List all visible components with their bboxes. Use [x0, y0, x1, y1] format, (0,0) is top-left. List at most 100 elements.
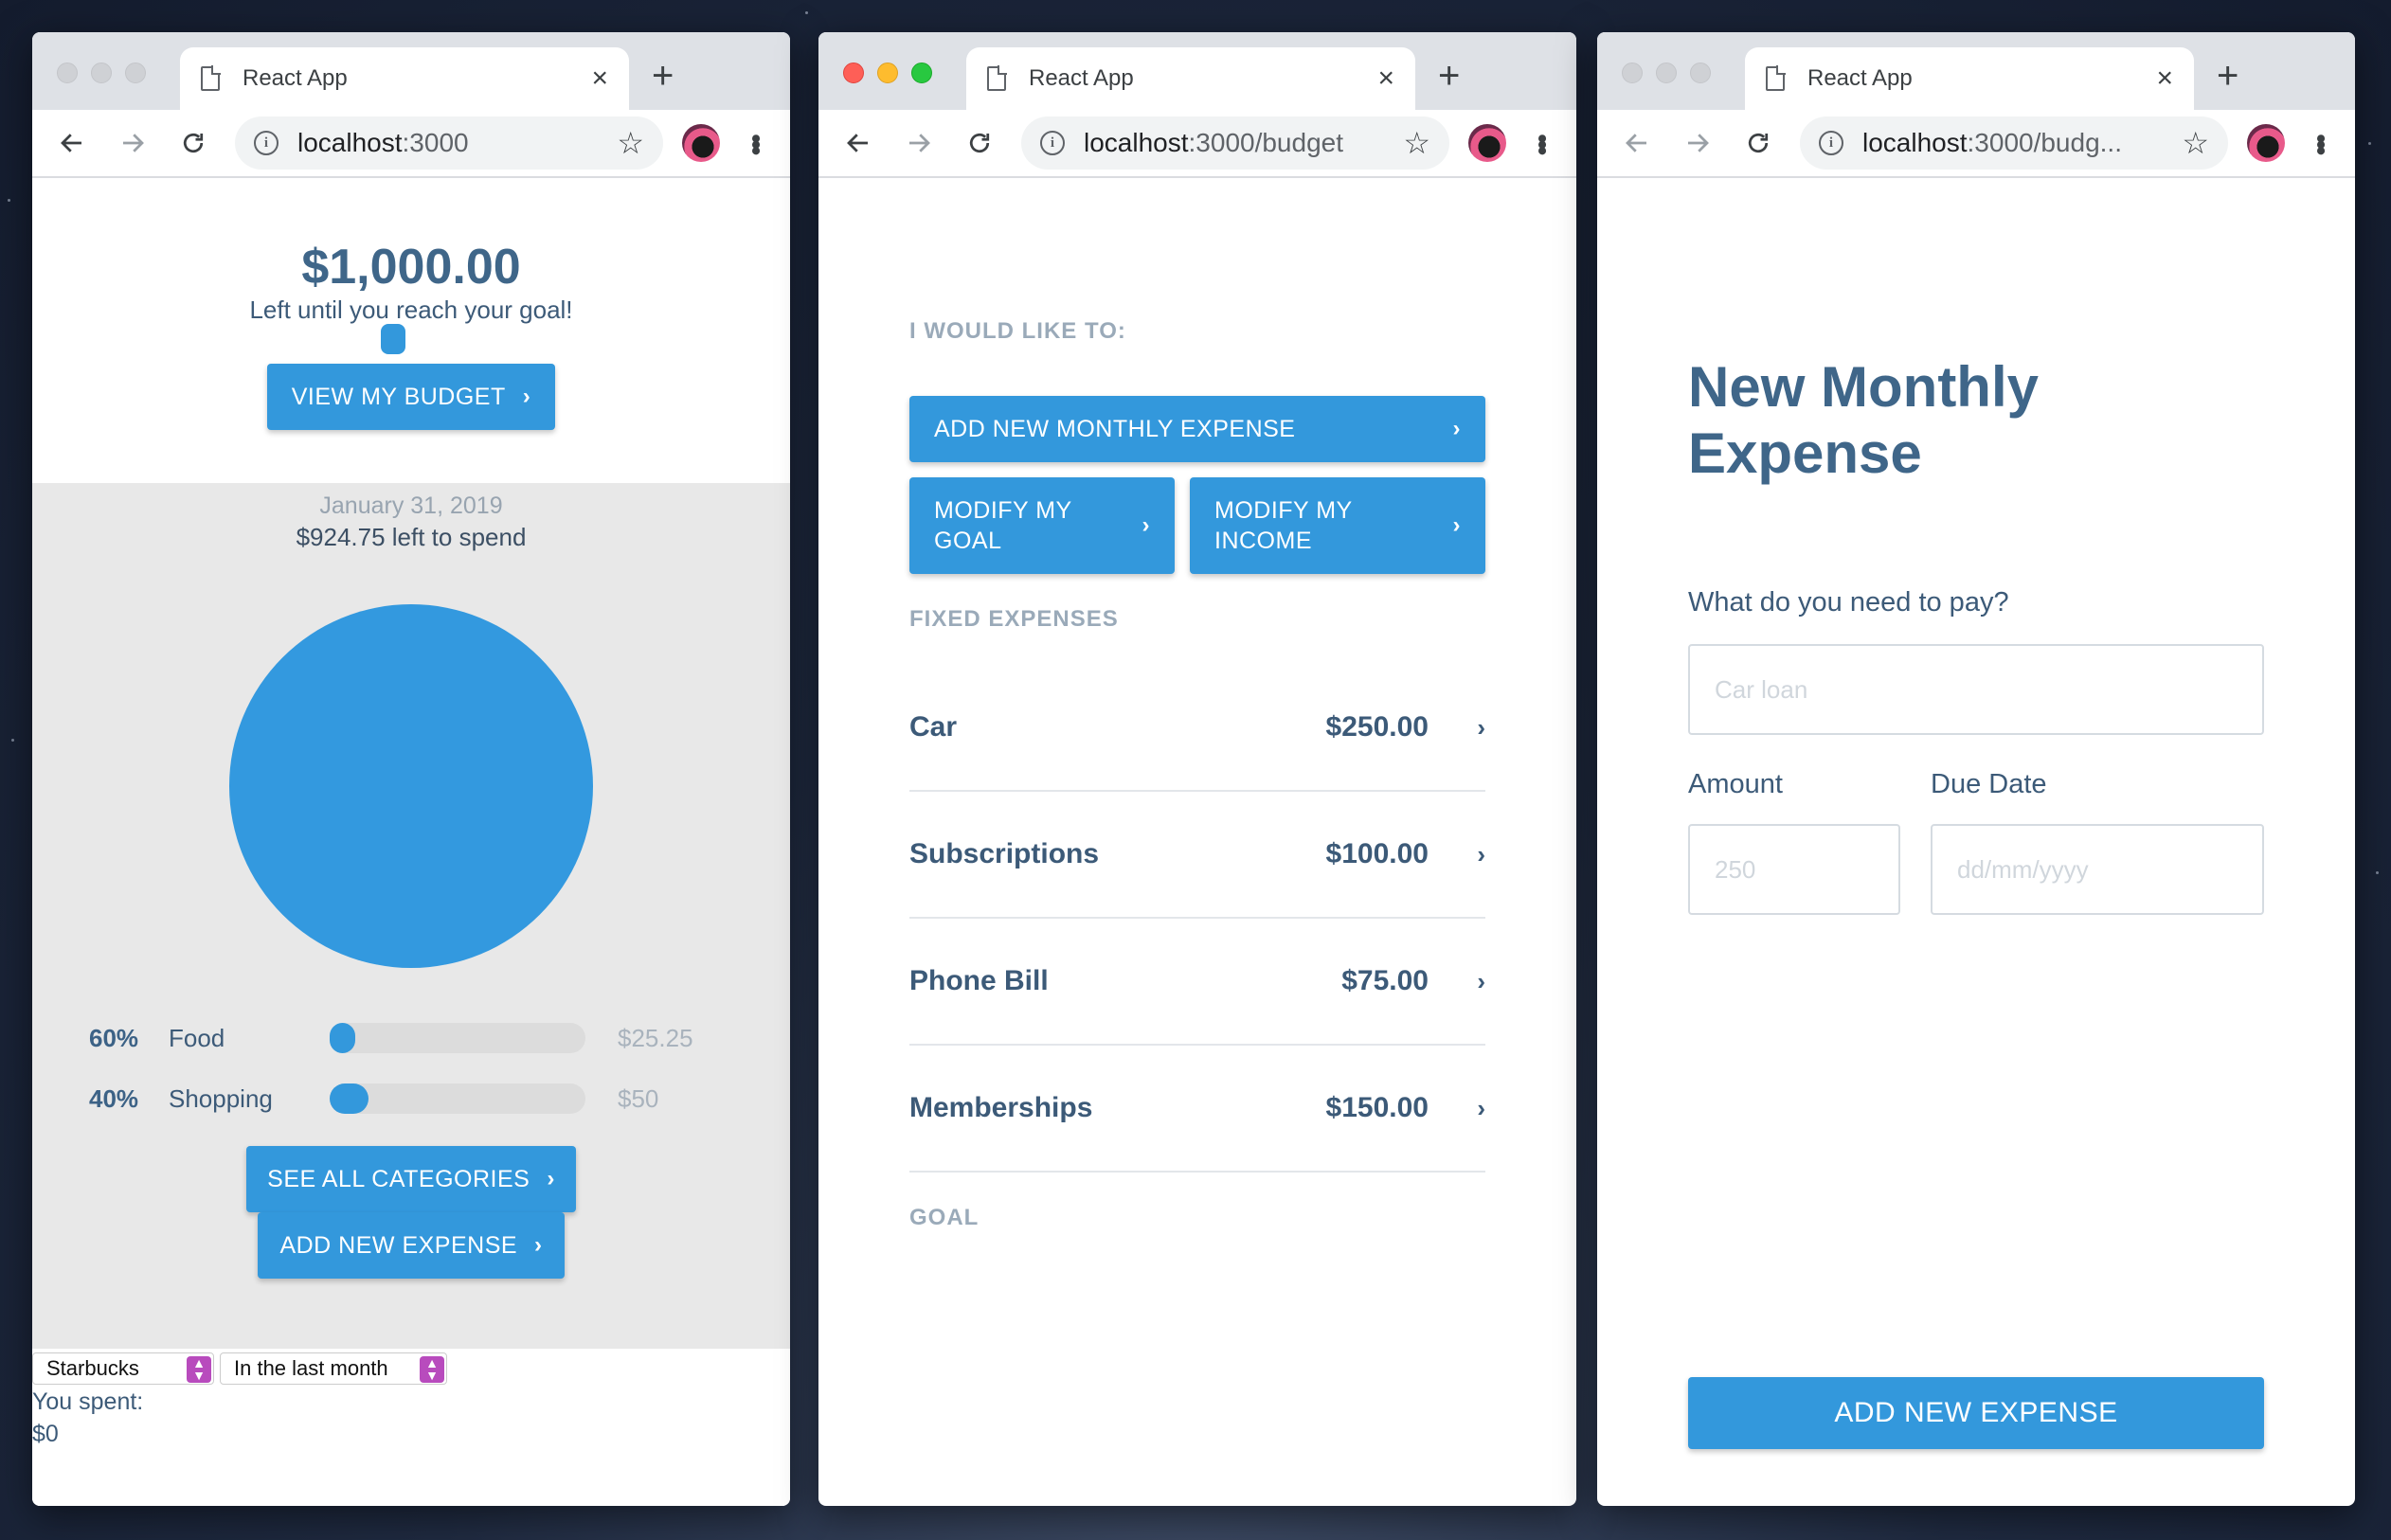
see-all-categories-button[interactable]: SEE ALL CATEGORIES › — [246, 1146, 576, 1212]
minimize-window-button[interactable] — [877, 63, 898, 83]
background-star — [2376, 871, 2379, 874]
bookmark-star-icon[interactable]: ☆ — [617, 128, 644, 158]
back-icon[interactable] — [53, 124, 91, 162]
new-tab-icon[interactable]: + — [1438, 57, 1460, 95]
left-to-spend: $924.75 left to spend — [296, 523, 527, 551]
browser-tab[interactable]: React App × — [966, 47, 1415, 110]
view-budget-label: VIEW MY BUDGET — [291, 383, 506, 410]
tab-title: React App — [243, 65, 348, 91]
slider-knob[interactable] — [381, 324, 405, 354]
close-window-button[interactable] — [1622, 63, 1643, 83]
category-percent: 40% — [89, 1083, 139, 1113]
close-tab-icon[interactable]: × — [591, 64, 608, 93]
address-bar[interactable]: i localhost:3000/budg... ☆ — [1800, 116, 2228, 170]
category-percent: 60% — [89, 1023, 139, 1052]
expense-row[interactable]: Subscriptions $100.00 › — [909, 792, 1485, 919]
category-progress-bar — [330, 1023, 585, 1053]
tab-strip: React App × + — [818, 32, 1576, 110]
minimize-window-button[interactable] — [1656, 63, 1677, 83]
chevron-right-icon: › — [1142, 512, 1150, 538]
back-icon[interactable] — [1618, 124, 1656, 162]
modify-income-label: MODIFY MY INCOME — [1214, 497, 1353, 554]
new-tab-icon[interactable]: + — [652, 57, 674, 95]
budget-page: I WOULD LIKE TO: ADD NEW MONTHLY EXPENSE… — [818, 178, 1576, 1506]
filter-selects: Starbucks ▲ ▼ In the last month ▲ ▼ — [32, 1352, 790, 1385]
close-tab-icon[interactable]: × — [1377, 64, 1394, 93]
menu-kebab-icon[interactable]: ••• — [2305, 134, 2336, 152]
address-bar[interactable]: i localhost:3000/budget ☆ — [1021, 116, 1449, 170]
range-select[interactable]: In the last month ▲ ▼ — [220, 1352, 447, 1385]
reload-icon[interactable] — [1739, 124, 1777, 162]
minimize-window-button[interactable] — [91, 63, 112, 83]
url-text: localhost:3000 — [297, 128, 469, 157]
category-row: 60% Food $25.25 — [89, 1019, 733, 1057]
profile-avatar[interactable] — [2247, 124, 2285, 162]
browser-tab[interactable]: React App × — [1745, 47, 2194, 110]
menu-kebab-icon[interactable]: ••• — [740, 134, 771, 152]
you-spent-value: $0 — [32, 1421, 59, 1447]
reload-icon[interactable] — [174, 124, 212, 162]
browser-window-budget: React App × + i localhost:3000/budget ☆ … — [818, 32, 1576, 1506]
goal-amount: $1,000.00 — [301, 240, 521, 295]
forward-icon[interactable] — [1679, 124, 1717, 162]
category-name: Food — [169, 1023, 225, 1052]
modify-goal-button[interactable]: MODIFY MY GOAL › — [909, 477, 1175, 574]
category-amount: $25.25 — [618, 1023, 693, 1052]
maximize-window-button[interactable] — [125, 63, 146, 83]
tab-strip: React App × + — [32, 32, 790, 110]
expense-name: Car — [909, 711, 958, 743]
background-star — [2368, 142, 2371, 145]
category-row: 40% Shopping $50 — [89, 1080, 733, 1118]
browser-tab[interactable]: React App × — [180, 47, 629, 110]
modify-income-button[interactable]: MODIFY MY INCOME › — [1190, 477, 1485, 574]
info-icon[interactable]: i — [1819, 131, 1843, 155]
close-window-button[interactable] — [843, 63, 864, 83]
close-tab-icon[interactable]: × — [2156, 64, 2173, 93]
maximize-window-button[interactable] — [1690, 63, 1711, 83]
chevron-right-icon: › — [522, 384, 531, 409]
add-monthly-expense-button[interactable]: ADD NEW MONTHLY EXPENSE › — [909, 396, 1485, 462]
spending-pie-chart — [229, 604, 593, 968]
expense-row[interactable]: Phone Bill $75.00 › — [909, 919, 1485, 1046]
info-icon[interactable]: i — [254, 131, 279, 155]
bookmark-star-icon[interactable]: ☆ — [2182, 128, 2209, 158]
menu-kebab-icon[interactable]: ••• — [1526, 134, 1557, 152]
address-bar[interactable]: i localhost:3000 ☆ — [235, 116, 663, 170]
expense-row[interactable]: Memberships $150.00 › — [909, 1046, 1485, 1173]
expense-amount: $250.00 — [1325, 711, 1429, 743]
page-title: New Monthly Expense — [1688, 355, 2039, 485]
forward-icon[interactable] — [114, 124, 152, 162]
category-progress-fill — [330, 1083, 369, 1114]
maximize-window-button[interactable] — [911, 63, 932, 83]
goal-subtitle: Left until you reach your goal! — [249, 295, 573, 324]
browser-toolbar: i localhost:3000/budget ☆ ••• — [818, 110, 1576, 178]
browser-window-new-expense: React App × + i localhost:3000/budg... ☆… — [1597, 32, 2355, 1506]
browser-toolbar: i localhost:3000/budg... ☆ ••• — [1597, 110, 2355, 178]
forward-icon[interactable] — [900, 124, 938, 162]
profile-avatar[interactable] — [682, 124, 720, 162]
expense-row[interactable]: Car $250.00 › — [909, 665, 1485, 792]
close-window-button[interactable] — [57, 63, 78, 83]
store-select[interactable]: Starbucks ▲ ▼ — [32, 1352, 214, 1385]
add-new-expense-submit-button[interactable]: ADD NEW EXPENSE — [1688, 1377, 2264, 1449]
expense-name-label: What do you need to pay? — [1688, 587, 2009, 618]
category-progress-fill — [330, 1023, 355, 1053]
view-budget-button[interactable]: VIEW MY BUDGET › — [267, 364, 555, 430]
chevron-right-icon: › — [1452, 416, 1461, 441]
new-expense-page: New Monthly Expense What do you need to p… — [1597, 178, 2355, 1506]
store-select-value: Starbucks — [46, 1356, 139, 1380]
bookmark-star-icon[interactable]: ☆ — [1403, 128, 1430, 158]
new-tab-icon[interactable]: + — [2217, 57, 2238, 95]
expense-amount: $150.00 — [1325, 1092, 1429, 1123]
amount-field[interactable] — [1688, 824, 1900, 915]
due-date-field[interactable] — [1931, 824, 2264, 915]
info-icon[interactable]: i — [1040, 131, 1065, 155]
profile-avatar[interactable] — [1468, 124, 1506, 162]
add-new-expense-button[interactable]: ADD NEW EXPENSE › — [258, 1212, 565, 1279]
expense-name-field[interactable] — [1688, 644, 2264, 735]
expense-name: Phone Bill — [909, 965, 1049, 996]
chevron-right-icon: › — [1452, 512, 1461, 538]
back-icon[interactable] — [839, 124, 877, 162]
reload-icon[interactable] — [961, 124, 998, 162]
background-star — [11, 739, 14, 742]
